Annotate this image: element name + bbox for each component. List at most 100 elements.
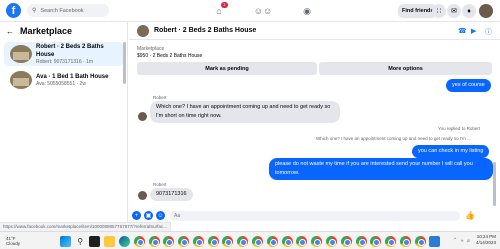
thread-robert[interactable]: Robert · 2 Beds 2 Baths House Robert: 90… bbox=[4, 42, 123, 66]
windows-start-icon[interactable] bbox=[59, 235, 71, 247]
search-placeholder: Search Facebook bbox=[40, 7, 84, 14]
groups-nav-button[interactable]: ◉ bbox=[285, 0, 329, 22]
nav-icons: ⌂ 1 ☺☺ ◉ bbox=[197, 0, 329, 22]
notification-badge: 1 bbox=[221, 2, 228, 8]
top-nav-bar: f ⚲ Search Facebook ⌂ 1 ☺☺ ◉ Find friend… bbox=[0, 0, 500, 22]
chrome-icon[interactable] bbox=[252, 235, 264, 247]
image-icon[interactable]: ▣ bbox=[144, 211, 153, 220]
chrome-icon[interactable] bbox=[340, 235, 352, 247]
listing-thumbnail bbox=[10, 71, 32, 89]
listing-info: Marketplace $950 · 2 Beds 2 Baths House bbox=[137, 46, 202, 60]
bell-icon: ♦ bbox=[467, 7, 471, 15]
chrome-icon[interactable] bbox=[281, 235, 293, 247]
chrome-icon[interactable] bbox=[311, 235, 323, 247]
sender-avatar[interactable] bbox=[138, 191, 147, 200]
clock-date: 4/14/2023 bbox=[475, 240, 496, 245]
chrome-icon[interactable] bbox=[192, 235, 204, 247]
info-icon[interactable]: ⓘ bbox=[485, 27, 492, 37]
message-composer: + ▣ ☺ 👍 bbox=[129, 209, 500, 222]
listing-thumbnail bbox=[10, 45, 32, 63]
listing-label: Marketplace bbox=[137, 46, 165, 52]
message-input[interactable] bbox=[170, 210, 460, 221]
facebook-logo[interactable]: f bbox=[6, 3, 21, 18]
chrome-icon[interactable] bbox=[266, 235, 278, 247]
outgoing-message: you can check in my listing bbox=[412, 145, 490, 158]
marketplace-title: Marketplace bbox=[20, 26, 73, 36]
chrome-icon[interactable] bbox=[355, 235, 367, 247]
chrome-icon[interactable] bbox=[296, 235, 308, 247]
file-explorer-icon[interactable] bbox=[104, 235, 116, 247]
search-icon[interactable]: ⚲ bbox=[75, 236, 86, 247]
chrome-icon[interactable] bbox=[385, 235, 397, 247]
chrome-icon[interactable] bbox=[370, 235, 382, 247]
home-icon: ⌂ bbox=[216, 6, 222, 16]
chevron-up-icon[interactable]: ⌃ bbox=[453, 237, 457, 243]
chrome-icon[interactable] bbox=[237, 235, 249, 247]
messenger-button[interactable]: ✉ bbox=[447, 4, 461, 18]
sticker-icon[interactable]: ☺ bbox=[156, 211, 165, 220]
thread-preview: Ava: 5055058551 · 2w bbox=[36, 80, 86, 87]
search-input[interactable]: ⚲ Search Facebook bbox=[27, 4, 109, 17]
more-options-button[interactable]: More options bbox=[319, 62, 492, 75]
chat-header: Robert · 2 Beds 2 Baths House ☎ ▶ ⓘ bbox=[129, 22, 500, 40]
mark-as-pending-button[interactable]: Mark as pending bbox=[137, 62, 317, 75]
phone-icon[interactable]: ☎ bbox=[458, 27, 467, 35]
menu-button[interactable]: ∷ bbox=[432, 4, 446, 18]
friends-nav-button[interactable]: ☺☺ bbox=[241, 0, 285, 22]
system-tray: ⌃ ≈ ♬ 10:24 PM 4/14/2023 bbox=[453, 234, 496, 246]
outgoing-message: please do not waste my time if you are i… bbox=[269, 158, 493, 180]
groups-icon: ◉ bbox=[303, 5, 311, 16]
edge-icon[interactable] bbox=[119, 235, 131, 247]
thread-title: Ava · 1 Bed 1 Bath House bbox=[36, 73, 109, 80]
messenger-icon: ✉ bbox=[451, 8, 457, 15]
home-nav-button[interactable]: ⌂ 1 bbox=[197, 0, 241, 22]
sender-avatar[interactable] bbox=[138, 112, 147, 121]
chrome-icon[interactable] bbox=[414, 235, 426, 247]
chrome-icon[interactable] bbox=[178, 235, 190, 247]
quoted-message[interactable]: Which one? I have an appointment coming … bbox=[316, 136, 471, 141]
chrome-icon[interactable] bbox=[163, 235, 175, 247]
marketplace-inbox: ← Marketplace Robert · 2 Beds 2 Baths Ho… bbox=[0, 22, 128, 222]
chat-title[interactable]: Robert · 2 Beds 2 Baths House bbox=[154, 27, 256, 34]
volume-icon[interactable]: ♬ bbox=[466, 238, 471, 243]
chrome-icon[interactable] bbox=[325, 235, 337, 247]
weather-widget[interactable]: 41°F Cloudy bbox=[6, 236, 36, 246]
sender-name: Robert bbox=[153, 95, 167, 100]
friends-icon: ☺☺ bbox=[253, 6, 273, 16]
chat-scrollbar[interactable] bbox=[493, 162, 496, 206]
clock[interactable]: 10:24 PM 4/14/2023 bbox=[476, 234, 496, 246]
message-list: yes of course Robert Which one? I have a… bbox=[129, 78, 500, 204]
status-bar-url: https://www.facebook.com/marketplace/ite… bbox=[0, 222, 171, 231]
account-avatar[interactable] bbox=[479, 4, 493, 18]
listing-price[interactable]: $950 · 2 Beds 2 Baths House bbox=[137, 53, 202, 60]
chat-panel: Robert · 2 Beds 2 Baths House ☎ ▶ ⓘ Mark… bbox=[129, 22, 500, 222]
chrome-icon[interactable] bbox=[133, 235, 145, 247]
chrome-icon[interactable] bbox=[207, 235, 219, 247]
chrome-icon[interactable] bbox=[148, 235, 160, 247]
plus-icon[interactable]: + bbox=[132, 211, 141, 220]
thread-preview: Robert: 9073171316 · 1m bbox=[36, 58, 93, 65]
marketplace-header: ← Marketplace bbox=[0, 22, 127, 40]
sender-name: Robert bbox=[153, 182, 167, 187]
thread-title: Robert · 2 Beds 2 Baths House bbox=[36, 43, 104, 58]
wifi-icon[interactable]: ≈ bbox=[461, 238, 463, 243]
search-icon: ⚲ bbox=[32, 8, 37, 14]
incoming-message: 9073171316 bbox=[150, 188, 193, 201]
screen: f ⚲ Search Facebook ⌂ 1 ☺☺ ◉ Find friend… bbox=[0, 0, 500, 249]
weather-condition: Cloudy bbox=[6, 240, 21, 246]
thread-ava[interactable]: Ava · 1 Bed 1 Bath House Ava: 5055058551… bbox=[4, 68, 123, 92]
chrome-icon[interactable] bbox=[399, 235, 411, 247]
reply-indicator: You replied to Robert bbox=[438, 126, 481, 131]
taskbar: 41°F Cloudy ⚲ ⌃ ≈ ♬ 10:24 PM 4/14/2023 bbox=[0, 231, 500, 249]
notifications-button[interactable]: ♦ bbox=[462, 4, 476, 18]
inbox-scrollbar[interactable] bbox=[123, 42, 126, 84]
outgoing-message: yes of course bbox=[446, 79, 491, 92]
app-icon[interactable] bbox=[429, 235, 441, 247]
chrome-icon[interactable] bbox=[222, 235, 234, 247]
back-arrow-icon[interactable]: ← bbox=[6, 27, 14, 36]
video-icon[interactable]: ▶ bbox=[471, 27, 476, 35]
task-view-icon[interactable] bbox=[89, 235, 101, 247]
incoming-message: Which one? I have an appointment coming … bbox=[150, 101, 340, 123]
contact-avatar[interactable] bbox=[137, 24, 149, 37]
like-icon[interactable]: 👍 bbox=[465, 211, 475, 220]
